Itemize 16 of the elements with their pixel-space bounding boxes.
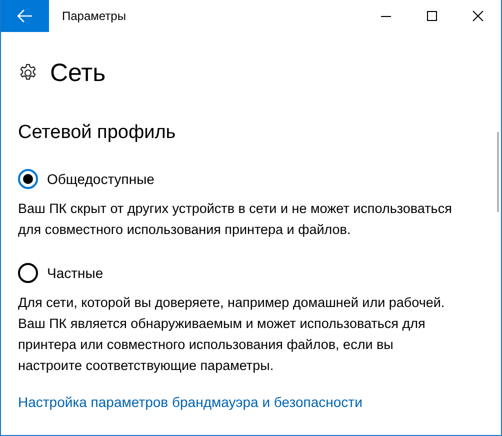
section-title: Сетевой профиль — [18, 121, 177, 145]
scrollbar[interactable] — [497, 132, 499, 212]
back-button[interactable] — [1, 0, 49, 32]
option-description: Ваш ПК скрыт от других устройств в сети и не может использоваться для совместного использования принтера и файлов. — [18, 200, 453, 239]
radio-option[interactable]: Общедоступные — [18, 169, 154, 189]
close-icon — [472, 10, 484, 22]
radio-button[interactable] — [18, 169, 38, 189]
window-title: Параметры — [62, 9, 127, 23]
radio-option[interactable]: Частные — [18, 263, 104, 283]
radio-button[interactable] — [18, 263, 38, 283]
back-arrow-icon — [17, 9, 33, 23]
page-title: Сеть — [50, 58, 106, 89]
maximize-icon — [426, 10, 438, 22]
option-description: Для сети, которой вы доверяете, например домашней или рабочей. Ваш ПК является обнаруживаемым и может использоваться для принтера или совместного использования файлов, если вы настроите соответствующие параметры. — [18, 294, 446, 375]
gear-icon — [18, 63, 38, 83]
firewall-settings-link[interactable]: Настройка параметров брандмауэра и безопасности — [18, 394, 362, 410]
